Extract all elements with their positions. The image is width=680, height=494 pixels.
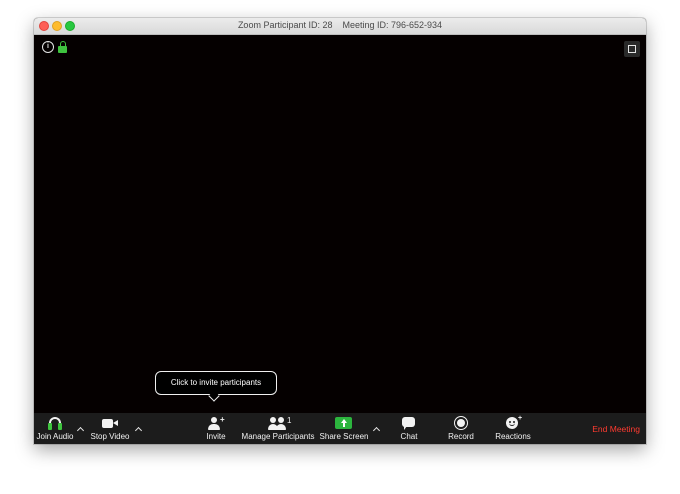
zoom-window: Zoom Participant ID: 28 Meeting ID: 796-… (34, 18, 646, 444)
video-options-caret[interactable] (135, 425, 143, 433)
info-icon[interactable]: i (42, 41, 54, 53)
participant-count-badge: 1 (287, 416, 292, 425)
share-screen-icon (333, 415, 355, 431)
end-meeting-button[interactable]: End Meeting (592, 424, 640, 434)
chat-button[interactable]: Chat (396, 413, 422, 444)
camera-icon (99, 415, 121, 431)
window-title: Zoom Participant ID: 28 Meeting ID: 796-… (237, 20, 443, 30)
stop-video-button[interactable]: Stop Video (90, 413, 130, 444)
reactions-label: Reactions (495, 432, 531, 441)
join-audio-button[interactable]: Join Audio (36, 413, 74, 444)
reactions-button[interactable]: + Reactions (494, 413, 532, 444)
stop-video-label: Stop Video (90, 432, 130, 441)
chat-icon (398, 415, 420, 431)
title-bar: Zoom Participant ID: 28 Meeting ID: 796-… (34, 18, 646, 35)
manage-participants-button[interactable]: 1 Manage Participants (241, 413, 315, 444)
invite-button[interactable]: + Invite (202, 413, 230, 444)
headphone-icon (44, 415, 66, 431)
video-area: i Click to invite participants (34, 35, 646, 413)
share-screen-label: Share Screen (319, 432, 369, 441)
invite-tooltip: Click to invite participants (155, 371, 277, 395)
share-options-caret[interactable] (373, 425, 381, 433)
meeting-info-icons: i (42, 41, 67, 54)
audio-options-caret[interactable] (77, 425, 85, 433)
lock-icon[interactable] (58, 41, 67, 54)
share-screen-button[interactable]: Share Screen (320, 413, 368, 444)
fullscreen-icon[interactable] (624, 41, 640, 57)
record-label: Record (448, 432, 474, 441)
chat-label: Chat (400, 432, 418, 441)
record-icon (450, 415, 472, 431)
participants-icon (267, 415, 289, 431)
join-audio-label: Join Audio (36, 432, 74, 441)
invite-label: Invite (206, 432, 226, 441)
invite-icon: + (205, 415, 227, 431)
manage-participants-label: Manage Participants (241, 432, 315, 441)
meeting-toolbar: Join Audio Stop Video + Invite 1 Manage … (34, 413, 646, 444)
reaction-icon: + (502, 415, 524, 431)
record-button[interactable]: Record (446, 413, 476, 444)
